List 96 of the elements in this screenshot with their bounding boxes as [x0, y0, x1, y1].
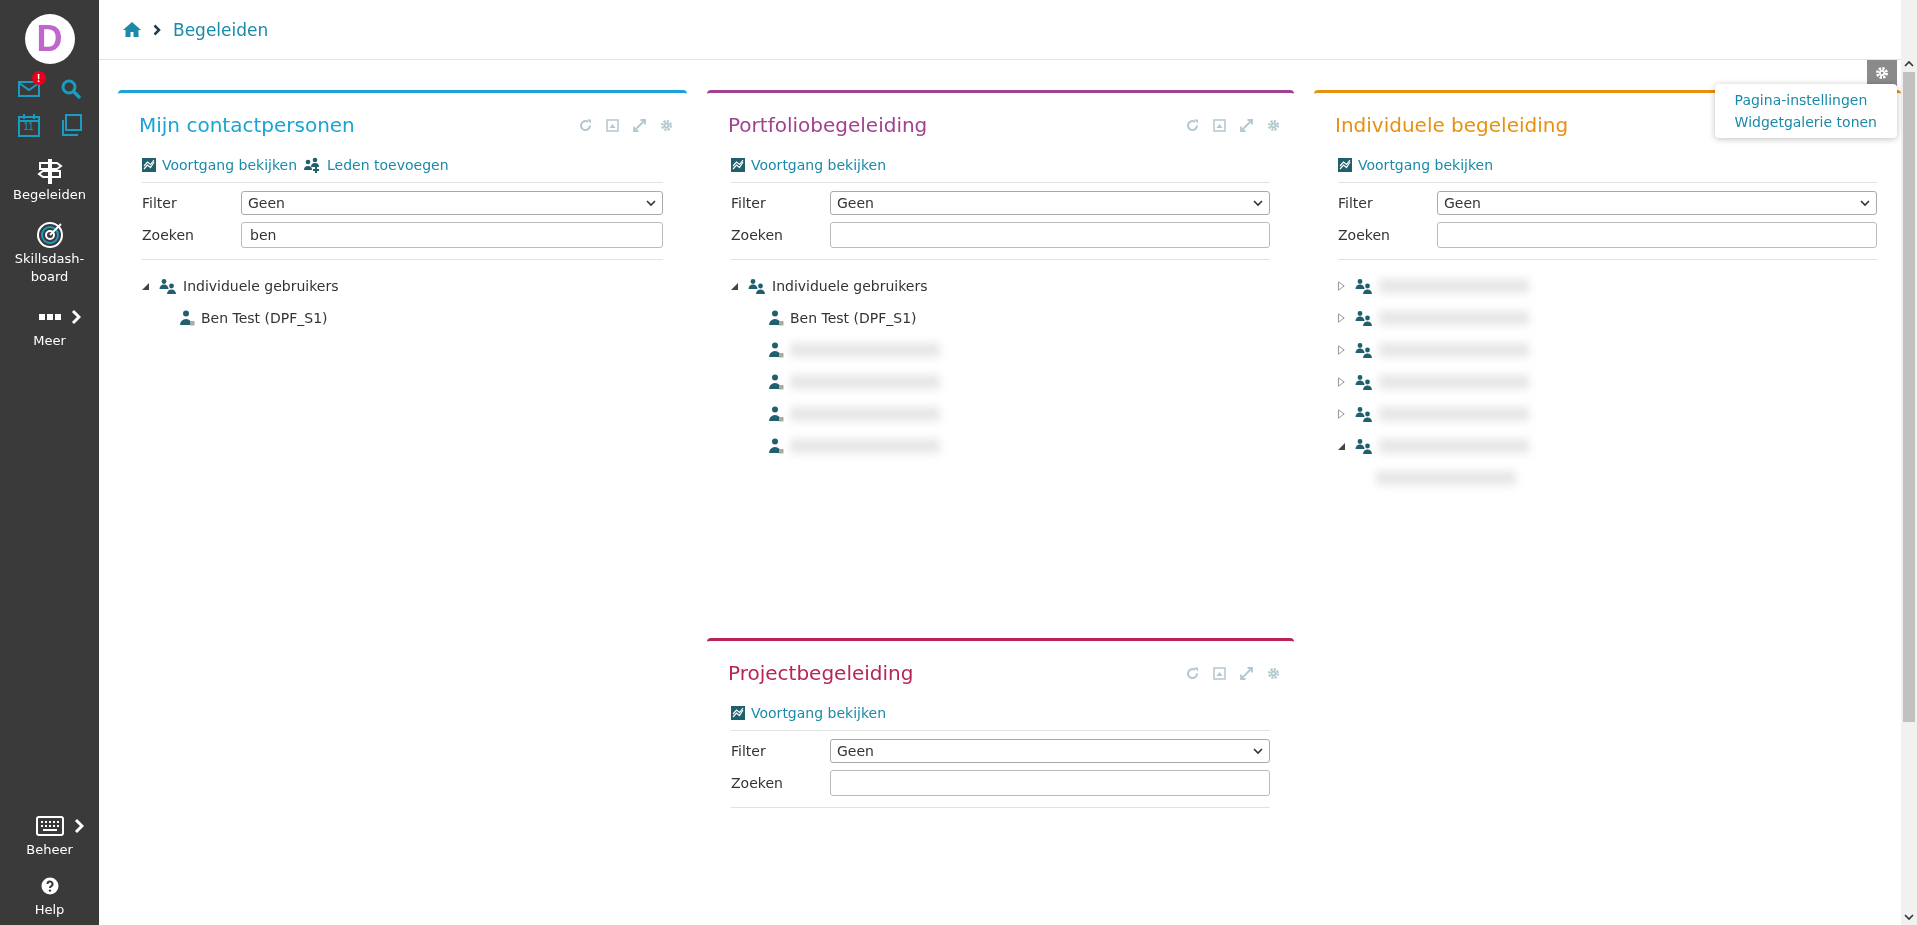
field-label: Filter — [731, 195, 767, 211]
action-link[interactable]: Voortgang bekijken — [1338, 157, 1494, 173]
expanded-icon[interactable] — [1338, 442, 1345, 450]
action-link[interactable]: Voortgang bekijken — [731, 157, 887, 173]
menu-item[interactable]: Widgetgalerie tonen — [1734, 114, 1877, 130]
user-icon — [769, 374, 784, 390]
chevron-right-icon — [70, 309, 81, 325]
filter-dropdown[interactable]: Geen — [830, 191, 1270, 215]
field-label: Filter — [731, 743, 767, 759]
user-group-icon — [1355, 438, 1373, 454]
chevron-right-icon — [153, 23, 161, 36]
mail-button[interactable]: ! — [13, 74, 44, 104]
tree-item[interactable]: Ben Test (DPF_S1) — [790, 310, 917, 326]
chevron-down-icon — [646, 199, 656, 207]
home-icon[interactable] — [123, 22, 141, 37]
signpost-icon — [36, 158, 63, 184]
action-link[interactable]: Voortgang bekijken — [731, 705, 887, 721]
notification-badge: ! — [31, 71, 46, 85]
maximize-icon[interactable] — [633, 118, 646, 132]
settings-icon[interactable] — [1267, 118, 1280, 132]
field-label: Zoeken — [731, 775, 784, 791]
user-group-icon — [159, 278, 177, 294]
user-icon — [180, 310, 195, 326]
collapsed-icon[interactable] — [1338, 281, 1345, 291]
user-icon — [769, 438, 784, 454]
user-icon — [769, 406, 784, 422]
scroll-up-icon[interactable] — [1904, 60, 1914, 68]
collapsed-icon[interactable] — [1338, 345, 1345, 355]
tree-item[interactable]: Ben Test (DPF_S1) — [201, 310, 328, 326]
nav-item[interactable]: Skillsdash-board — [4, 220, 95, 286]
settings-button[interactable] — [1867, 60, 1897, 86]
user-group-icon — [1355, 310, 1373, 326]
tree-item[interactable]: Individuele gebruikers — [772, 278, 928, 294]
more-icon — [38, 313, 61, 321]
action-link[interactable]: Leden toevoegen — [303, 157, 449, 173]
gear-icon — [1875, 66, 1889, 80]
field-label: Filter — [1338, 195, 1374, 211]
field-label: Zoeken — [142, 227, 195, 243]
user-group-icon — [1355, 406, 1373, 422]
user-group-icon — [1355, 342, 1373, 358]
collapsed-icon[interactable] — [1338, 313, 1345, 323]
filter-dropdown[interactable]: Geen — [241, 191, 663, 215]
search-field[interactable]: ben — [241, 222, 663, 248]
chart-icon — [731, 706, 745, 720]
filter-dropdown[interactable]: Geen — [1437, 191, 1877, 215]
widget-title: Portfoliobegeleiding — [728, 113, 928, 137]
chart-icon — [731, 158, 745, 172]
user-icon — [769, 310, 784, 326]
field-label: Zoeken — [1338, 227, 1391, 243]
user-group-icon — [1355, 374, 1373, 390]
chevron-down-icon — [1253, 747, 1263, 755]
settings-icon[interactable] — [1267, 666, 1280, 680]
expanded-icon[interactable] — [142, 282, 149, 290]
menu-item[interactable]: Pagina-instellingen — [1734, 92, 1877, 108]
scroll-down-icon[interactable] — [1904, 913, 1914, 921]
chevron-down-icon — [1860, 199, 1870, 207]
user-group-icon — [748, 278, 766, 294]
chevron-right-icon — [73, 818, 84, 834]
collapsed-icon[interactable] — [1338, 409, 1345, 419]
scrollbar[interactable] — [1901, 0, 1917, 925]
refresh-icon[interactable] — [579, 118, 592, 132]
user-group-icon — [1355, 278, 1373, 294]
collapse-icon[interactable] — [1213, 666, 1226, 680]
nav-item[interactable]: Meer — [4, 302, 95, 350]
breadcrumb-link[interactable]: Begeleiden — [173, 19, 269, 40]
settings-icon[interactable] — [660, 118, 673, 132]
field-label: Filter — [142, 195, 178, 211]
target-icon — [35, 221, 64, 249]
collapse-icon[interactable] — [606, 118, 619, 132]
widget-title: Mijn contactpersonen — [139, 113, 355, 137]
nav-item[interactable]: Beheer — [4, 811, 95, 859]
widget-title: Individuele begeleiding — [1335, 113, 1569, 137]
nav-item[interactable]: Begeleiden — [4, 156, 95, 204]
chart-icon — [1338, 158, 1352, 172]
field-label: Zoeken — [731, 227, 784, 243]
help-icon — [40, 877, 59, 895]
refresh-icon[interactable] — [1186, 666, 1199, 680]
keyboard-icon — [35, 816, 64, 836]
chevron-down-icon — [1253, 199, 1263, 207]
search-field[interactable] — [830, 770, 1270, 796]
widget-title: Projectbegeleiding — [728, 661, 914, 685]
collapse-icon[interactable] — [1213, 118, 1226, 132]
tree-item[interactable]: Individuele gebruikers — [183, 278, 339, 294]
maximize-icon[interactable] — [1240, 666, 1253, 680]
expanded-icon[interactable] — [731, 282, 738, 290]
filter-dropdown[interactable]: Geen — [830, 739, 1270, 763]
refresh-icon[interactable] — [1186, 118, 1199, 132]
chart-icon — [142, 158, 156, 172]
search-field[interactable] — [830, 222, 1270, 248]
collapsed-icon[interactable] — [1338, 377, 1345, 387]
user-icon — [769, 342, 784, 358]
maximize-icon[interactable] — [1240, 118, 1253, 132]
action-link[interactable]: Voortgang bekijken — [142, 157, 298, 173]
nav-item[interactable]: Help — [4, 871, 95, 919]
search-field[interactable] — [1437, 222, 1877, 248]
add-users-icon — [303, 157, 322, 173]
